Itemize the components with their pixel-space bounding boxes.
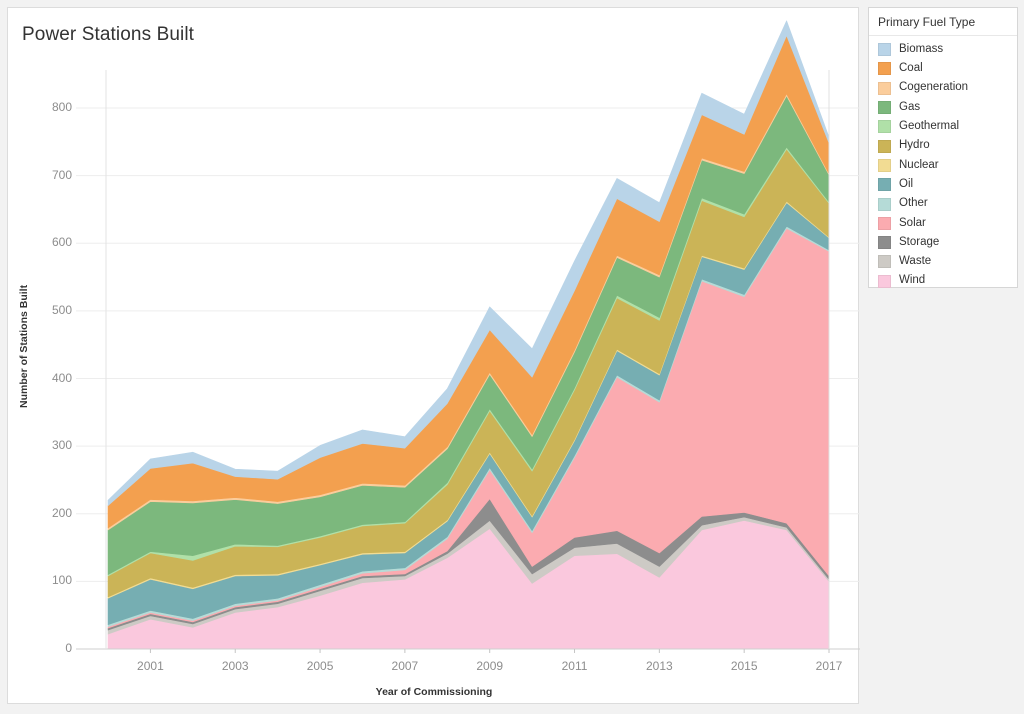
x-tick-label: 2003 (221, 659, 249, 673)
x-tick-label: 2013 (645, 659, 673, 673)
y-tick-label: 400 (51, 370, 72, 385)
legend-item-label: Geothermal (899, 120, 960, 133)
chart-card: Power Stations Built 0 100 200 300 400 500 600… (7, 7, 860, 705)
legend-swatch-icon (878, 101, 891, 115)
stacked-area-chart (76, 20, 860, 653)
legend-item-label: Other (899, 197, 928, 210)
legend-swatch-icon (878, 178, 891, 192)
legend-swatch-icon (878, 274, 891, 288)
y-tick-label: 0 (65, 641, 72, 655)
legend-item[interactable]: Waste (869, 252, 1017, 271)
legend-item[interactable]: Oil (869, 175, 1017, 194)
legend-item[interactable]: Other (869, 194, 1017, 213)
legend-swatch-icon (878, 62, 891, 76)
legend-item[interactable]: Coal (869, 59, 1017, 78)
y-axis-title: Number of Stations Built (18, 284, 30, 408)
legend-swatch-icon (878, 139, 891, 153)
legend-panel: Primary Fuel Type Biomass Coal Cogeneratio… (868, 7, 1018, 288)
legend-item-label: Gas (899, 100, 921, 113)
legend-swatch-icon (878, 43, 891, 57)
legend-item-label: Biomass (899, 42, 944, 55)
y-tick-label: 500 (51, 302, 72, 317)
y-tick-label: 800 (51, 100, 72, 114)
legend-item[interactable]: Cogeneration (869, 79, 1017, 98)
legend-item-label: Oil (899, 177, 914, 190)
x-tick-label: 2015 (730, 659, 758, 673)
legend-item-label: Storage (899, 235, 940, 248)
legend-item[interactable]: Solar (869, 214, 1017, 233)
x-tick-label: 2011 (561, 659, 588, 673)
legend-item[interactable]: Geothermal (869, 117, 1017, 136)
x-tick-label: 2001 (137, 659, 164, 673)
legend-swatch-icon (878, 158, 891, 172)
legend-swatch-icon (878, 120, 891, 134)
chart-screenshot: Power Stations Built 0 100 200 300 400 500 600… (0, 0, 1024, 714)
legend-item-label: Wind (899, 274, 926, 287)
legend-item-label: Nuclear (899, 158, 939, 171)
legend-swatch-icon (878, 216, 891, 230)
legend-item[interactable]: Biomass (869, 40, 1017, 59)
legend-items: Biomass Coal Cogeneration Gas Geothermal Hydr… (869, 36, 1017, 291)
x-tick-marks (149, 649, 830, 653)
legend-item[interactable]: Storage (869, 233, 1017, 252)
legend-item-label: Hydro (899, 139, 930, 152)
legend-title: Primary Fuel Type (869, 8, 1017, 36)
legend-item-label: Solar (899, 216, 926, 229)
area-series-group (107, 20, 830, 650)
legend-swatch-icon (878, 236, 891, 250)
legend-item-label: Coal (899, 62, 923, 75)
x-tick-label: 2009 (476, 659, 504, 673)
legend-item[interactable]: Nuclear (869, 156, 1017, 175)
y-tick-label: 200 (51, 505, 72, 520)
legend-item-label: Waste (899, 255, 932, 268)
x-tick-label: 2007 (391, 659, 419, 673)
legend-item[interactable]: Gas (869, 98, 1017, 117)
x-tick-label: 2017 (815, 659, 843, 673)
y-tick-label: 600 (51, 235, 72, 250)
legend-swatch-icon (878, 255, 891, 269)
x-axis-title: Year of Commissioning (375, 686, 493, 698)
y-tick-label: 700 (51, 167, 72, 182)
legend-swatch-icon (878, 81, 891, 95)
y-tick-label: 100 (51, 573, 72, 588)
legend-swatch-icon (878, 197, 891, 211)
legend-item[interactable]: Hydro (869, 136, 1017, 155)
y-tick-label: 300 (51, 438, 72, 453)
legend-item-label: Cogeneration (899, 81, 969, 94)
legend-item[interactable]: Wind (869, 272, 1017, 291)
plot-area (8, 8, 860, 705)
x-tick-label: 2005 (306, 659, 334, 673)
